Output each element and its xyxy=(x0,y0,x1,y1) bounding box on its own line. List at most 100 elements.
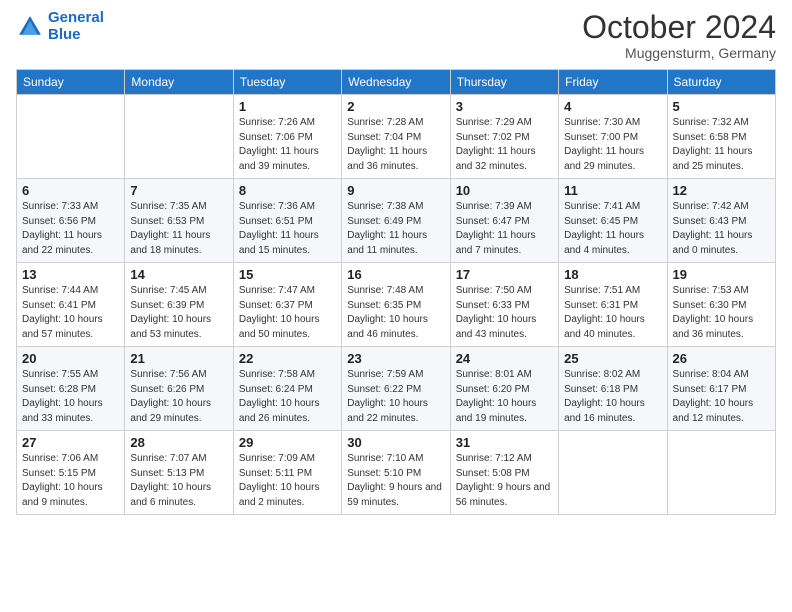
day-info: Sunrise: 8:02 AMSunset: 6:18 PMDaylight:… xyxy=(564,368,661,426)
day-info: Sunrise: 7:56 AMSunset: 6:26 PMDaylight:… xyxy=(130,368,227,426)
day-number: 9 xyxy=(347,183,444,198)
day-number: 24 xyxy=(456,351,553,366)
day-number: 23 xyxy=(347,351,444,366)
day-number: 22 xyxy=(239,351,336,366)
calendar-cell: 4 Sunrise: 7:30 AMSunset: 7:00 PMDaylight… xyxy=(559,95,667,179)
day-info: Sunrise: 7:30 AMSunset: 7:00 PMDaylight:… xyxy=(564,116,661,174)
calendar-cell: 30Sunrise: 7:10 AMSunset: 5:10 PMDayligh… xyxy=(342,431,450,515)
location: Muggensturm, Germany xyxy=(582,45,776,61)
day-info: Sunrise: 7:50 AMSunset: 6:33 PMDaylight:… xyxy=(456,284,553,342)
calendar-cell xyxy=(667,431,775,515)
calendar-cell: 16 Sunrise: 7:48 AMSunset: 6:35 PMDayligh… xyxy=(342,263,450,347)
calendar-cell: 28 Sunrise: 7:07 AMSunset: 5:13 PMDayligh… xyxy=(125,431,233,515)
day-info: Sunrise: 7:38 AMSunset: 6:49 PMDaylight:… xyxy=(347,200,444,258)
day-info: Sunrise: 7:51 AMSunset: 6:31 PMDaylight:… xyxy=(564,284,661,342)
day-info: Sunrise: 7:07 AMSunset: 5:13 PMDaylight:… xyxy=(130,452,227,510)
calendar-cell: 15 Sunrise: 7:47 AMSunset: 6:37 PMDayligh… xyxy=(233,263,341,347)
logo-text: General Blue xyxy=(48,10,104,43)
calendar-cell: 17Sunrise: 7:50 AMSunset: 6:33 PMDayligh… xyxy=(450,263,558,347)
calendar-week-row: 13 Sunrise: 7:44 AMSunset: 6:41 PMDayligh… xyxy=(17,263,776,347)
day-number: 11 xyxy=(564,183,661,198)
day-number: 29 xyxy=(239,435,336,450)
weekday-header: Friday xyxy=(559,70,667,95)
header: General Blue October 2024 Muggensturm, G… xyxy=(16,10,776,61)
day-info: Sunrise: 8:01 AMSunset: 6:20 PMDaylight:… xyxy=(456,368,553,426)
calendar-cell: 31 Sunrise: 7:12 AMSunset: 5:08 PMDayligh… xyxy=(450,431,558,515)
title-block: October 2024 Muggensturm, Germany xyxy=(582,10,776,61)
logo-line1: General xyxy=(48,9,104,26)
calendar-week-row: 27 Sunrise: 7:06 AMSunset: 5:15 PMDayligh… xyxy=(17,431,776,515)
day-info: Sunrise: 7:41 AMSunset: 6:45 PMDaylight:… xyxy=(564,200,661,258)
day-info: Sunrise: 7:12 AMSunset: 5:08 PMDaylight:… xyxy=(456,452,553,510)
calendar-cell xyxy=(559,431,667,515)
calendar-week-row: 6 Sunrise: 7:33 AMSunset: 6:56 PMDaylight… xyxy=(17,179,776,263)
day-number: 12 xyxy=(673,183,770,198)
day-number: 20 xyxy=(22,351,119,366)
day-info: Sunrise: 7:36 AMSunset: 6:51 PMDaylight:… xyxy=(239,200,336,258)
day-number: 2 xyxy=(347,99,444,114)
calendar-cell: 7Sunrise: 7:35 AMSunset: 6:53 PMDaylight… xyxy=(125,179,233,263)
day-number: 6 xyxy=(22,183,119,198)
day-info: Sunrise: 7:26 AMSunset: 7:06 PMDaylight:… xyxy=(239,116,336,174)
weekday-header: Thursday xyxy=(450,70,558,95)
day-number: 1 xyxy=(239,99,336,114)
calendar-cell xyxy=(17,95,125,179)
day-info: Sunrise: 7:48 AMSunset: 6:35 PMDaylight:… xyxy=(347,284,444,342)
weekday-header: Sunday xyxy=(17,70,125,95)
day-info: Sunrise: 7:06 AMSunset: 5:15 PMDaylight:… xyxy=(22,452,119,510)
day-info: Sunrise: 7:39 AMSunset: 6:47 PMDaylight:… xyxy=(456,200,553,258)
calendar-cell: 18 Sunrise: 7:51 AMSunset: 6:31 PMDayligh… xyxy=(559,263,667,347)
day-info: Sunrise: 7:44 AMSunset: 6:41 PMDaylight:… xyxy=(22,284,119,342)
calendar-cell: 20 Sunrise: 7:55 AMSunset: 6:28 PMDayligh… xyxy=(17,347,125,431)
logo-icon xyxy=(16,13,44,41)
day-number: 13 xyxy=(22,267,119,282)
day-info: Sunrise: 7:10 AMSunset: 5:10 PMDaylight:… xyxy=(347,452,444,510)
calendar-cell: 3 Sunrise: 7:29 AMSunset: 7:02 PMDaylight… xyxy=(450,95,558,179)
day-number: 26 xyxy=(673,351,770,366)
weekday-header: Saturday xyxy=(667,70,775,95)
calendar-cell: 24 Sunrise: 8:01 AMSunset: 6:20 PMDayligh… xyxy=(450,347,558,431)
day-info: Sunrise: 7:35 AMSunset: 6:53 PMDaylight:… xyxy=(130,200,227,258)
day-info: Sunrise: 7:33 AMSunset: 6:56 PMDaylight:… xyxy=(22,200,119,258)
calendar-cell: 1 Sunrise: 7:26 AMSunset: 7:06 PMDaylight… xyxy=(233,95,341,179)
calendar-cell: 11 Sunrise: 7:41 AMSunset: 6:45 PMDayligh… xyxy=(559,179,667,263)
day-info: Sunrise: 8:04 AMSunset: 6:17 PMDaylight:… xyxy=(673,368,770,426)
day-number: 10 xyxy=(456,183,553,198)
calendar-header-row: SundayMondayTuesdayWednesdayThursdayFrid… xyxy=(17,70,776,95)
calendar-cell: 13 Sunrise: 7:44 AMSunset: 6:41 PMDayligh… xyxy=(17,263,125,347)
day-number: 3 xyxy=(456,99,553,114)
calendar-cell: 10 Sunrise: 7:39 AMSunset: 6:47 PMDayligh… xyxy=(450,179,558,263)
month-title: October 2024 xyxy=(582,10,776,45)
day-info: Sunrise: 7:59 AMSunset: 6:22 PMDaylight:… xyxy=(347,368,444,426)
day-number: 4 xyxy=(564,99,661,114)
calendar-cell: 6 Sunrise: 7:33 AMSunset: 6:56 PMDaylight… xyxy=(17,179,125,263)
day-number: 14 xyxy=(130,267,227,282)
day-info: Sunrise: 7:45 AMSunset: 6:39 PMDaylight:… xyxy=(130,284,227,342)
logo-line2: Blue xyxy=(48,26,81,43)
day-info: Sunrise: 7:55 AMSunset: 6:28 PMDaylight:… xyxy=(22,368,119,426)
day-info: Sunrise: 7:29 AMSunset: 7:02 PMDaylight:… xyxy=(456,116,553,174)
day-info: Sunrise: 7:53 AMSunset: 6:30 PMDaylight:… xyxy=(673,284,770,342)
day-info: Sunrise: 7:42 AMSunset: 6:43 PMDaylight:… xyxy=(673,200,770,258)
calendar-week-row: 20 Sunrise: 7:55 AMSunset: 6:28 PMDayligh… xyxy=(17,347,776,431)
day-number: 16 xyxy=(347,267,444,282)
weekday-header: Tuesday xyxy=(233,70,341,95)
day-info: Sunrise: 7:09 AMSunset: 5:11 PMDaylight:… xyxy=(239,452,336,510)
calendar-week-row: 1 Sunrise: 7:26 AMSunset: 7:06 PMDaylight… xyxy=(17,95,776,179)
day-info: Sunrise: 7:28 AMSunset: 7:04 PMDaylight:… xyxy=(347,116,444,174)
calendar-cell: 29 Sunrise: 7:09 AMSunset: 5:11 PMDayligh… xyxy=(233,431,341,515)
calendar-cell: 27 Sunrise: 7:06 AMSunset: 5:15 PMDayligh… xyxy=(17,431,125,515)
day-number: 15 xyxy=(239,267,336,282)
calendar-cell: 12 Sunrise: 7:42 AMSunset: 6:43 PMDayligh… xyxy=(667,179,775,263)
calendar-table: SundayMondayTuesdayWednesdayThursdayFrid… xyxy=(16,69,776,515)
day-info: Sunrise: 7:47 AMSunset: 6:37 PMDaylight:… xyxy=(239,284,336,342)
day-number: 18 xyxy=(564,267,661,282)
day-number: 31 xyxy=(456,435,553,450)
calendar-cell: 2 Sunrise: 7:28 AMSunset: 7:04 PMDaylight… xyxy=(342,95,450,179)
logo: General Blue xyxy=(16,10,104,43)
day-number: 28 xyxy=(130,435,227,450)
calendar-cell: 26 Sunrise: 8:04 AMSunset: 6:17 PMDayligh… xyxy=(667,347,775,431)
calendar-cell: 8Sunrise: 7:36 AMSunset: 6:51 PMDaylight… xyxy=(233,179,341,263)
day-number: 27 xyxy=(22,435,119,450)
calendar-cell: 5Sunrise: 7:32 AMSunset: 6:58 PMDaylight… xyxy=(667,95,775,179)
